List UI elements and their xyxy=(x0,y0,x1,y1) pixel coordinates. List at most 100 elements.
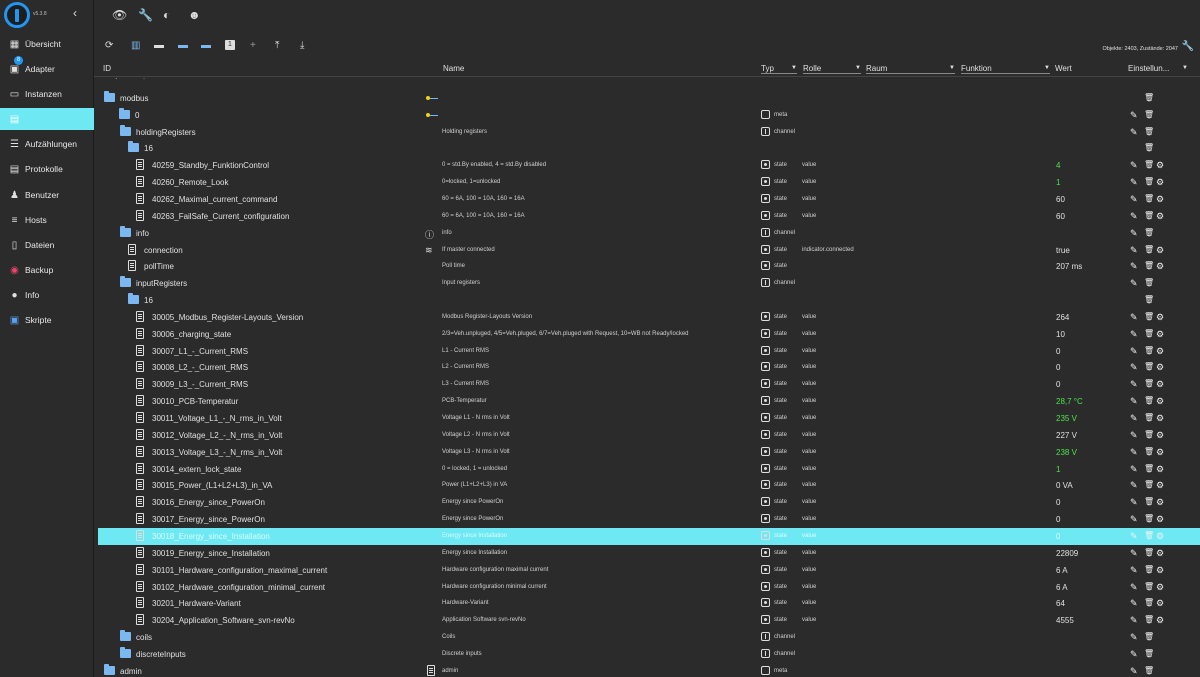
gear-icon[interactable]: ⚙ xyxy=(1156,346,1164,357)
delete-icon[interactable]: 🗑 xyxy=(1144,127,1154,136)
delete-icon[interactable]: 🗑 xyxy=(1144,632,1154,641)
edit-icon[interactable]: ✎ xyxy=(1130,649,1138,660)
delete-icon[interactable]: 🗑 xyxy=(1144,278,1154,287)
object-id[interactable]: 16 xyxy=(144,144,153,153)
delete-icon[interactable]: 🗑 xyxy=(1144,396,1154,405)
sidebar-item-benutzer[interactable]: ♟ Benutzer xyxy=(0,184,94,206)
gear-icon[interactable]: ⚙ xyxy=(1156,211,1164,222)
gear-icon[interactable]: ⚙ xyxy=(1156,413,1164,424)
object-value[interactable]: 0 xyxy=(1056,380,1060,389)
iobroker-logo[interactable] xyxy=(4,2,30,28)
gear-icon[interactable]: ⚙ xyxy=(1156,245,1164,256)
gear-icon[interactable]: ⚙ xyxy=(1156,598,1164,609)
tree-row[interactable]: 30006_charging_state 2/3=Veh.unpluged, 4/… xyxy=(98,326,1200,343)
object-id[interactable]: coils xyxy=(136,633,152,642)
delete-icon[interactable]: 🗑 xyxy=(1144,480,1154,489)
sidebar-item-hosts[interactable]: ≡ Hosts xyxy=(0,209,94,231)
object-value[interactable]: 64 xyxy=(1056,599,1065,608)
edit-icon[interactable]: ✎ xyxy=(1130,565,1138,576)
delete-icon[interactable]: 🗑 xyxy=(1144,565,1154,574)
object-value[interactable]: 4 xyxy=(1056,161,1060,170)
object-value[interactable]: 28,7 °C xyxy=(1056,397,1083,406)
object-id[interactable]: 40259_Standby_FunktionControl xyxy=(152,161,269,170)
delete-icon[interactable]: 🗑 xyxy=(1144,295,1154,304)
object-id[interactable]: 30019_Energy_since_Installation xyxy=(152,549,270,558)
object-id[interactable]: 30007_L1_-_Current_RMS xyxy=(152,347,248,356)
download-icon[interactable]: ⤓ xyxy=(300,40,304,51)
object-id[interactable]: connection xyxy=(144,246,183,255)
tree-row[interactable]: 30014_extern_lock_state 0 = locked, 1 = u… xyxy=(98,461,1200,478)
gear-icon[interactable]: ⚙ xyxy=(1156,194,1164,205)
theme-icon[interactable]: ◐ xyxy=(163,8,170,22)
edit-icon[interactable]: ✎ xyxy=(1130,666,1138,677)
delete-icon[interactable]: 🗑 xyxy=(1144,177,1154,186)
object-id[interactable]: pollTime xyxy=(144,262,174,271)
edit-icon[interactable]: ✎ xyxy=(1130,497,1138,508)
tree-row[interactable]: 30101_Hardware_configuration_maximal_cur… xyxy=(98,562,1200,579)
object-value[interactable]: 264 xyxy=(1056,313,1069,322)
gear-icon[interactable]: ⚙ xyxy=(1156,480,1164,491)
object-id[interactable]: 30014_extern_lock_state xyxy=(152,465,241,474)
object-value[interactable]: 0 VA xyxy=(1056,481,1073,490)
gear-icon[interactable]: ⚙ xyxy=(1156,396,1164,407)
delete-icon[interactable]: 🗑 xyxy=(1144,379,1154,388)
gear-icon[interactable]: ⚙ xyxy=(1156,464,1164,475)
expand-folders-icon[interactable]: ▬ xyxy=(178,40,188,51)
edit-icon[interactable]: ✎ xyxy=(1130,413,1138,424)
edit-icon[interactable]: ✎ xyxy=(1130,211,1138,222)
delete-icon[interactable]: 🗑 xyxy=(1144,160,1154,169)
object-id[interactable]: 30011_Voltage_L1_-_N_rms_in_Volt xyxy=(152,414,282,423)
sidebar-item-skripte[interactable]: ▣ Skripte xyxy=(0,309,94,331)
object-id[interactable]: 30009_L3_-_Current_RMS xyxy=(152,380,248,389)
object-value[interactable]: 238 V xyxy=(1056,448,1077,457)
gear-icon[interactable]: ⚙ xyxy=(1156,177,1164,188)
header-wert[interactable]: Wert xyxy=(1055,64,1072,73)
gear-icon[interactable]: ⚙ xyxy=(1156,565,1164,576)
edit-icon[interactable]: ✎ xyxy=(1130,447,1138,458)
gear-icon[interactable]: ⚙ xyxy=(1156,312,1164,323)
collapse-folders-icon[interactable]: ▬ xyxy=(201,40,211,51)
object-value[interactable]: 1 xyxy=(1056,465,1060,474)
upload-icon[interactable]: ⤒ xyxy=(275,40,279,51)
tree-row[interactable]: inputRegisters Input registers channel ✎ 🗑 xyxy=(98,275,1200,292)
object-value[interactable]: 60 xyxy=(1056,195,1065,204)
object-id[interactable]: 30006_charging_state xyxy=(152,330,231,339)
tree-row[interactable]: 30015_Power_(L1+L2+L3)_in_VA Power (L1+L2… xyxy=(98,477,1200,494)
delete-icon[interactable]: 🗑 xyxy=(1144,413,1154,422)
sidebar-item-objekte[interactable]: ▤ Objekte xyxy=(0,108,94,130)
delete-icon[interactable]: 🗑 xyxy=(1144,194,1154,203)
object-value[interactable]: 22809 xyxy=(1056,549,1078,558)
tree-row[interactable]: connection ≋ If master connected state indic… xyxy=(98,242,1200,259)
object-id[interactable]: modbus xyxy=(120,94,148,103)
delete-icon[interactable]: 🗑 xyxy=(1144,362,1154,371)
tree-row[interactable]: 16 🗑 xyxy=(98,292,1200,309)
gear-icon[interactable]: ⚙ xyxy=(1156,447,1164,458)
sidebar-item-übersicht[interactable]: ▦ Übersicht xyxy=(0,33,94,55)
tree-row[interactable]: 30016_Energy_since_PowerOn Energy since P… xyxy=(98,494,1200,511)
edit-icon[interactable]: ✎ xyxy=(1130,379,1138,390)
delete-icon[interactable]: 🗑 xyxy=(1144,430,1154,439)
object-id[interactable]: 30016_Energy_since_PowerOn xyxy=(152,498,265,507)
edit-icon[interactable]: ✎ xyxy=(1130,396,1138,407)
columns-icon[interactable]: ▥ xyxy=(131,40,140,51)
object-value[interactable]: 10 xyxy=(1056,330,1065,339)
object-value[interactable]: 60 xyxy=(1056,212,1065,221)
object-value[interactable]: 227 V xyxy=(1056,431,1077,440)
sidebar-item-protokolle[interactable]: ▤ Protokolle xyxy=(0,158,94,180)
sidebar-item-backup[interactable]: ◉ Backup xyxy=(0,259,94,281)
gear-icon[interactable]: ⚙ xyxy=(1156,531,1164,542)
object-id[interactable]: discreteInputs xyxy=(136,650,186,659)
delete-icon[interactable]: 🗑 xyxy=(1144,312,1154,321)
object-id[interactable]: holdingRegisters xyxy=(136,128,196,137)
object-id[interactable]: 30013_Voltage_L3_-_N_rms_in_Volt xyxy=(152,448,282,457)
delete-icon[interactable]: 🗑 xyxy=(1144,93,1154,102)
object-value[interactable]: 6 A xyxy=(1056,566,1068,575)
rolle-filter[interactable]: Rolle ▼ xyxy=(803,64,861,74)
gear-icon[interactable]: ⚙ xyxy=(1156,582,1164,593)
delete-icon[interactable]: 🗑 xyxy=(1144,346,1154,355)
object-id[interactable]: 30017_Energy_since_PowerOn xyxy=(152,515,265,524)
object-id[interactable]: 0 xyxy=(135,111,139,120)
object-value[interactable]: true xyxy=(1056,246,1070,255)
object-value[interactable]: 0 xyxy=(1056,498,1060,507)
tree-row[interactable]: admin admin meta ✎ 🗑 xyxy=(98,663,1200,677)
